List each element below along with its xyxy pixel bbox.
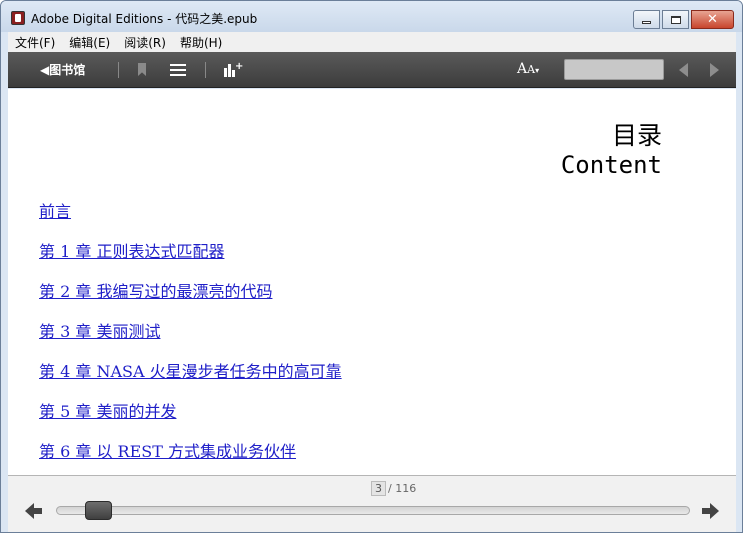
font-size-label-big: A bbox=[517, 61, 528, 77]
window-controls: ✕ bbox=[631, 10, 734, 29]
font-size-label-small: A bbox=[527, 63, 536, 76]
font-size-button[interactable]: AA▾ bbox=[517, 61, 539, 77]
app-icon[interactable] bbox=[11, 11, 25, 25]
toc-list: 前言 第 1 章 正则表达式匹配器 第 2 章 我编写过的最漂亮的代码 第 3 … bbox=[39, 201, 342, 475]
toc-link-chapter-2[interactable]: 第 2 章 我编写过的最漂亮的代码 bbox=[39, 281, 342, 321]
page-indicator: 3 / 116 bbox=[371, 481, 416, 496]
window-title: Adobe Digital Editions - 代码之美.epub bbox=[31, 12, 258, 26]
book-page: 目录 Content 前言 第 1 章 正则表达式匹配器 第 2 章 我编写过的… bbox=[8, 89, 736, 475]
title-bar: Adobe Digital Editions - 代码之美.epub ✕ bbox=[1, 1, 742, 32]
toc-link-chapter-6[interactable]: 第 6 章 以 REST 方式集成业务伙伴 bbox=[39, 441, 342, 475]
minimize-icon bbox=[642, 21, 651, 24]
toolbar-divider bbox=[205, 62, 206, 78]
close-button[interactable]: ✕ bbox=[691, 10, 734, 29]
toc-link-chapter-3[interactable]: 第 3 章 美丽测试 bbox=[39, 321, 342, 361]
search-input[interactable] bbox=[564, 59, 664, 80]
toc-link-chapter-5[interactable]: 第 5 章 美丽的并发 bbox=[39, 401, 342, 441]
chevron-down-icon: ▾ bbox=[535, 66, 540, 75]
close-icon: ✕ bbox=[707, 12, 718, 27]
menu-file[interactable]: 文件(F) bbox=[8, 34, 62, 51]
list-icon[interactable] bbox=[170, 62, 186, 78]
total-pages: / 116 bbox=[388, 482, 417, 495]
page-slider[interactable] bbox=[56, 501, 690, 520]
bar-chart-plus-icon[interactable]: + bbox=[224, 61, 243, 78]
library-button[interactable]: ◀图书馆 bbox=[40, 61, 85, 78]
slider-thumb[interactable] bbox=[84, 501, 112, 520]
page-title: 目录 bbox=[611, 121, 662, 150]
toc-link-chapter-4[interactable]: 第 4 章 NASA 火星漫步者任务中的高可靠 bbox=[39, 361, 342, 401]
reader-toolbar: ◀图书馆 + AA▾ bbox=[8, 52, 736, 88]
minimize-button[interactable] bbox=[633, 10, 660, 29]
toolbar-divider bbox=[118, 62, 119, 78]
app-window: Adobe Digital Editions - 代码之美.epub ✕ 文件(… bbox=[0, 0, 743, 533]
menu-help[interactable]: 帮助(H) bbox=[173, 34, 229, 51]
menu-bar: 文件(F) 编辑(E) 阅读(R) 帮助(H) bbox=[8, 32, 736, 52]
page-subtitle: Content bbox=[560, 151, 662, 179]
arrow-right-icon[interactable] bbox=[701, 503, 719, 519]
navigation-bar: 3 / 116 bbox=[8, 475, 736, 532]
current-page-field[interactable]: 3 bbox=[371, 481, 386, 496]
bookmark-icon[interactable] bbox=[134, 62, 150, 78]
chevron-right-icon[interactable] bbox=[710, 63, 719, 77]
menu-edit[interactable]: 编辑(E) bbox=[62, 34, 117, 51]
menu-read[interactable]: 阅读(R) bbox=[117, 34, 173, 51]
chevron-left-icon[interactable] bbox=[679, 63, 688, 77]
maximize-button[interactable] bbox=[662, 10, 689, 29]
arrow-left-icon[interactable] bbox=[25, 503, 43, 519]
toc-link-chapter-1[interactable]: 第 1 章 正则表达式匹配器 bbox=[39, 241, 342, 281]
maximize-icon bbox=[670, 15, 681, 24]
toc-link-preface[interactable]: 前言 bbox=[39, 201, 342, 241]
